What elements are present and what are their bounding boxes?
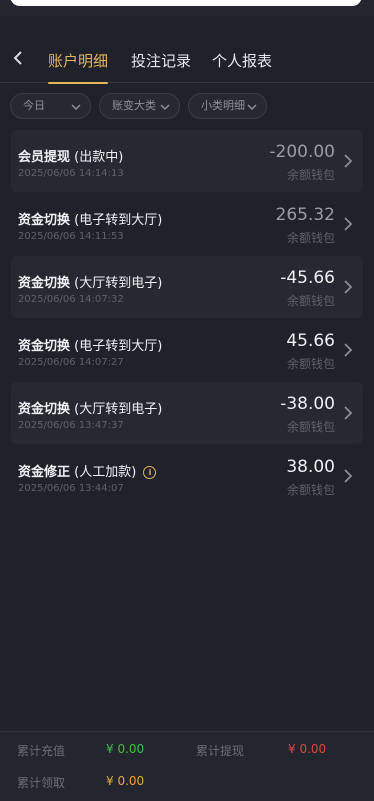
record-detail: (人工加款) (74, 465, 137, 480)
record-type: 资金切换 (18, 276, 71, 291)
chevron-down-icon (247, 104, 257, 111)
record-wallet: 余额钱包 (286, 294, 335, 308)
total-claim-value: ¥ 0.00 (106, 774, 145, 788)
total-recharge-value: ¥ 0.00 (106, 742, 145, 756)
chevron-right-icon (344, 217, 353, 231)
record-detail: (电子转到大厅) (74, 213, 163, 228)
record-type: 资金修正 (18, 465, 71, 480)
record-time: 2025/06/06 13:44:07 (18, 483, 124, 494)
filter-date[interactable]: 今日 (10, 93, 91, 119)
record-amount: 45.66 (286, 331, 335, 351)
record-wallet: 余额钱包 (286, 357, 335, 371)
top-strip (0, 0, 374, 16)
tab-personal-report[interactable]: 个人报表 (212, 50, 272, 82)
record-detail: (大厅转到电子) (74, 276, 163, 291)
chevron-right-icon (344, 280, 353, 294)
record-wallet: 余额钱包 (286, 231, 335, 245)
record-row[interactable]: 资金切换 (电子转到大厅) 2025/06/06 14:07:27 45.66 … (11, 319, 363, 381)
record-title: 资金修正 (人工加款) i (18, 461, 157, 480)
record-type: 资金切换 (18, 402, 71, 417)
filter-subcategory-label: 小类明细 (201, 99, 245, 112)
record-wallet: 余额钱包 (286, 420, 335, 434)
total-withdraw-label: 累计提现 (196, 744, 245, 758)
summary-footer: 累计充值 ¥ 0.00 累计提现 ¥ 0.00 累计领取 ¥ 0.00 (0, 731, 374, 801)
record-detail: (电子转到大厅) (74, 339, 163, 354)
filter-bar: 今日 账变大类 小类明细 (0, 93, 374, 121)
record-time: 2025/06/06 13:47:37 (18, 420, 124, 431)
record-title: 资金切换 (电子转到大厅) (18, 335, 162, 354)
record-title: 会员提现 (出款中) (18, 146, 123, 165)
record-time: 2025/06/06 14:07:27 (18, 357, 124, 368)
total-claim-label: 累计领取 (17, 776, 66, 790)
total-withdraw-value: ¥ 0.00 (288, 742, 327, 756)
tab-account-details[interactable]: 账户明细 (48, 50, 109, 84)
record-amount: -38.00 (280, 394, 335, 414)
record-title: 资金切换 (大厅转到电子) (18, 272, 162, 291)
record-type: 资金切换 (18, 213, 71, 228)
total-recharge-label: 累计充值 (17, 744, 66, 758)
chevron-down-icon (71, 104, 81, 111)
chevron-right-icon (344, 469, 353, 483)
record-time: 2025/06/06 14:14:13 (18, 168, 124, 179)
record-row[interactable]: 资金切换 (大厅转到电子) 2025/06/06 14:07:32 -45.66… (11, 256, 363, 318)
record-row[interactable]: 会员提现 (出款中) 2025/06/06 14:14:13 -200.00 余… (11, 130, 363, 192)
tab-header: 账户明细 投注记录 个人报表 (0, 40, 374, 84)
record-wallet: 余额钱包 (286, 483, 335, 497)
back-button[interactable] (8, 48, 28, 68)
record-title: 资金切换 (大厅转到电子) (18, 398, 162, 417)
record-time: 2025/06/06 14:07:32 (18, 294, 124, 305)
chevron-right-icon (344, 154, 353, 168)
filter-category[interactable]: 账变大类 (99, 93, 180, 119)
filter-category-label: 账变大类 (112, 99, 156, 112)
record-detail: (大厅转到电子) (74, 402, 163, 417)
record-row[interactable]: 资金修正 (人工加款) i 2025/06/06 13:44:07 38.00 … (11, 445, 363, 507)
chevron-down-icon (160, 104, 170, 111)
record-time: 2025/06/06 14:11:53 (18, 231, 124, 242)
filter-subcategory[interactable]: 小类明细 (188, 93, 267, 119)
tab-bet-records[interactable]: 投注记录 (131, 50, 191, 82)
record-type: 会员提现 (18, 150, 71, 165)
filter-date-label: 今日 (23, 99, 45, 112)
record-amount: 38.00 (286, 457, 335, 477)
record-row[interactable]: 资金切换 (电子转到大厅) 2025/06/06 14:11:53 265.32… (11, 193, 363, 255)
record-amount: -200.00 (269, 142, 335, 162)
record-type: 资金切换 (18, 339, 71, 354)
search-bar[interactable] (10, 0, 362, 6)
chevron-right-icon (344, 406, 353, 420)
chevron-left-icon (13, 51, 22, 65)
record-row[interactable]: 资金切换 (大厅转到电子) 2025/06/06 13:47:37 -38.00… (11, 382, 363, 444)
chevron-right-icon (344, 343, 353, 357)
record-amount: -45.66 (280, 268, 335, 288)
record-detail: (出款中) (74, 150, 124, 165)
info-icon[interactable]: i (143, 466, 157, 479)
record-amount: 265.32 (275, 205, 335, 225)
record-title: 资金切换 (电子转到大厅) (18, 209, 162, 228)
record-wallet: 余额钱包 (286, 168, 335, 182)
